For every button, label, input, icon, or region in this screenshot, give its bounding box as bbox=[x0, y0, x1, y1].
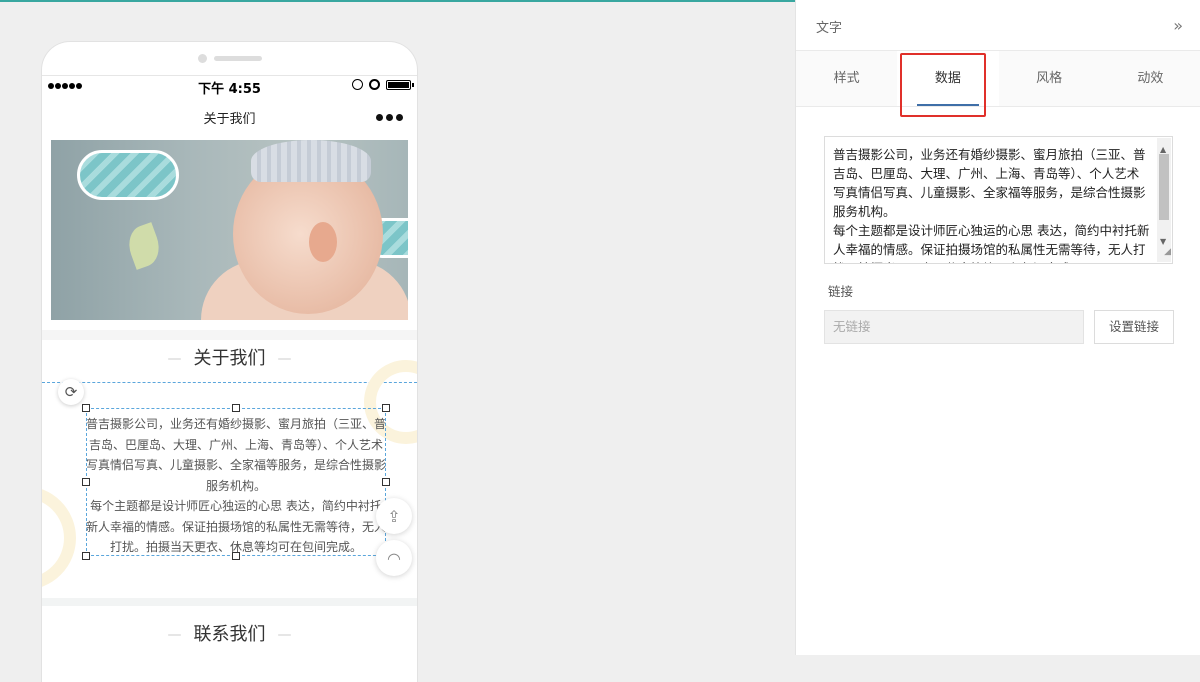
panel-tabs: 样式 数据 风格 动效 bbox=[796, 51, 1200, 107]
headset-icon[interactable]: ◠ bbox=[376, 540, 412, 576]
property-panel: 文字 » 样式 数据 风格 动效 普吉摄影公司，业务还有婚纱摄影、蜜月旅拍（三亚… bbox=[795, 0, 1200, 655]
banner-image[interactable] bbox=[51, 140, 408, 320]
navbar-title: 关于我们 bbox=[203, 112, 256, 127]
phone-divider bbox=[42, 75, 417, 76]
lock-icon bbox=[352, 79, 363, 90]
status-icons bbox=[352, 79, 414, 90]
phone-preview: 下午 4:55 关于我们 — 关于我们 — 普吉摄影公司，业务还有婚纱摄影、蜜月旅拍… bbox=[42, 42, 417, 682]
link-field[interactable]: 无链接 bbox=[824, 310, 1084, 344]
knit-crown bbox=[251, 140, 371, 182]
alarm-icon bbox=[369, 79, 380, 90]
tab-theme[interactable]: 风格 bbox=[999, 51, 1100, 106]
highlight-box bbox=[900, 53, 986, 117]
section-divider bbox=[42, 598, 417, 606]
resize-handle[interactable] bbox=[82, 404, 90, 412]
about-paragraph[interactable]: 普吉摄影公司，业务还有婚纱摄影、蜜月旅拍（三亚、普吉岛、巴厘岛、大理、广州、上海… bbox=[86, 414, 386, 558]
cloud-decoration bbox=[77, 150, 179, 200]
battery-icon bbox=[386, 79, 414, 90]
scroll-thumb[interactable] bbox=[1159, 154, 1169, 220]
baby-ear bbox=[309, 222, 337, 262]
resize-grip-icon[interactable]: ◢ bbox=[1164, 243, 1171, 262]
panel-title: 文字 bbox=[816, 21, 843, 36]
speaker-slot bbox=[214, 56, 262, 61]
resize-handle[interactable] bbox=[382, 404, 390, 412]
tab-animation[interactable]: 动效 bbox=[1100, 51, 1200, 106]
share-icon[interactable]: ⇪ bbox=[376, 498, 412, 534]
section-heading-contact: — 联系我们 — bbox=[167, 624, 292, 645]
resize-handle[interactable] bbox=[232, 404, 240, 412]
text-content-textarea[interactable]: 普吉摄影公司，业务还有婚纱摄影、蜜月旅拍（三亚、普吉岛、巴厘岛、大理、广州、上海… bbox=[824, 136, 1173, 264]
tab-style[interactable]: 样式 bbox=[796, 51, 897, 106]
link-label: 链接 bbox=[828, 284, 854, 299]
camera-dot bbox=[198, 54, 207, 63]
section-heading-about: — 关于我们 — bbox=[167, 348, 292, 369]
set-link-button[interactable]: 设置链接 bbox=[1094, 310, 1174, 344]
panel-header: 文字 » bbox=[796, 0, 1200, 51]
rotate-icon[interactable]: ⟳ bbox=[58, 379, 84, 405]
section-divider bbox=[42, 330, 417, 340]
more-icon[interactable] bbox=[376, 114, 403, 121]
collapse-icon[interactable]: » bbox=[1173, 16, 1183, 35]
status-bar: 下午 4:55 bbox=[42, 78, 417, 97]
